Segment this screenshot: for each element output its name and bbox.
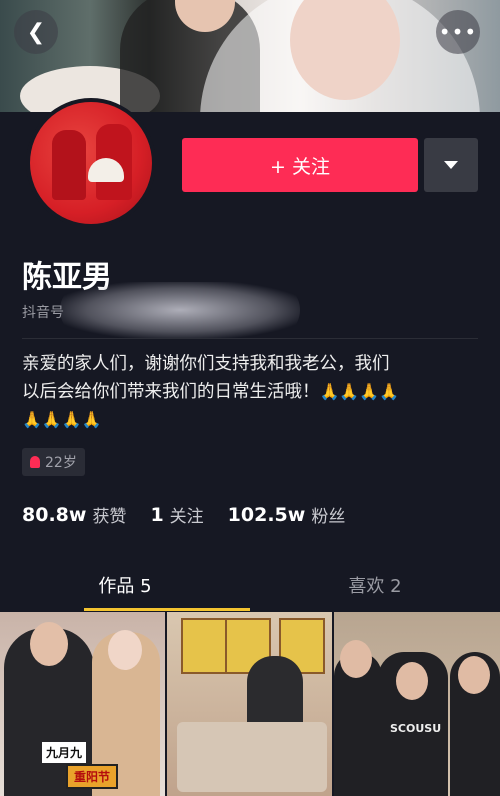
tab-likes[interactable]: 喜欢 2 [250,562,500,608]
video-grid: 九月九 重阳节 SCOUSU [0,612,500,796]
female-icon [30,456,40,468]
age-badge: 22岁 [22,448,85,476]
more-horizontal-icon: ••• [438,20,478,44]
stats-bar: 80.8w 获赞 1 关注 102.5w 粉丝 [22,502,369,528]
avatar[interactable] [26,98,156,228]
video-thumbnail-3[interactable]: SCOUSU [334,612,500,796]
age-text: 22岁 [45,455,77,471]
profile-bio: 亲爱的家人们，谢谢你们支持我和我老公，我们 以后会给你们带来我们的日常生活哦！🙏… [22,350,478,434]
followers-label[interactable]: 粉丝 [311,502,345,527]
divider [22,338,478,339]
recommend-dropdown-button[interactable] [424,138,478,192]
bio-line-3: 🙏🙏🙏🙏 [22,410,102,429]
video-thumbnail-2[interactable] [167,612,332,796]
likes-count: 80.8w [22,503,87,526]
following-count[interactable]: 1 [150,504,163,526]
avatar-figure-bride [52,130,86,200]
more-button[interactable]: ••• [436,10,480,54]
bio-line-1: 亲爱的家人们，谢谢你们支持我和我老公，我们 [22,354,390,374]
cover-banner [0,0,500,112]
video-thumbnail-1[interactable]: 九月九 重阳节 [0,612,165,796]
douyin-id-blur [60,282,300,338]
active-tab-indicator [84,608,250,611]
likes-label: 获赞 [92,507,127,527]
follow-button-label: + 关注 [270,155,330,178]
caret-down-icon [444,161,458,169]
douyin-id-label: 抖音号 [22,305,64,321]
followers-count[interactable]: 102.5w [228,504,306,526]
bio-line-2: 以后会给你们带来我们的日常生活哦！🙏🙏🙏🙏 [22,382,400,402]
tab-works[interactable]: 作品 5 [0,562,250,608]
thumbnail-tag-top: 九月九 [42,742,87,763]
following-label[interactable]: 关注 [170,502,204,527]
shirt-text: SCOUSU [390,722,442,735]
follow-button[interactable]: + 关注 [182,138,418,192]
back-button[interactable]: ❮ [14,10,58,54]
profile-tabs: 作品 5 喜欢 2 [0,562,500,612]
thumbnail-tag-bottom: 重阳节 [66,764,119,789]
chevron-left-icon: ❮ [26,19,46,45]
